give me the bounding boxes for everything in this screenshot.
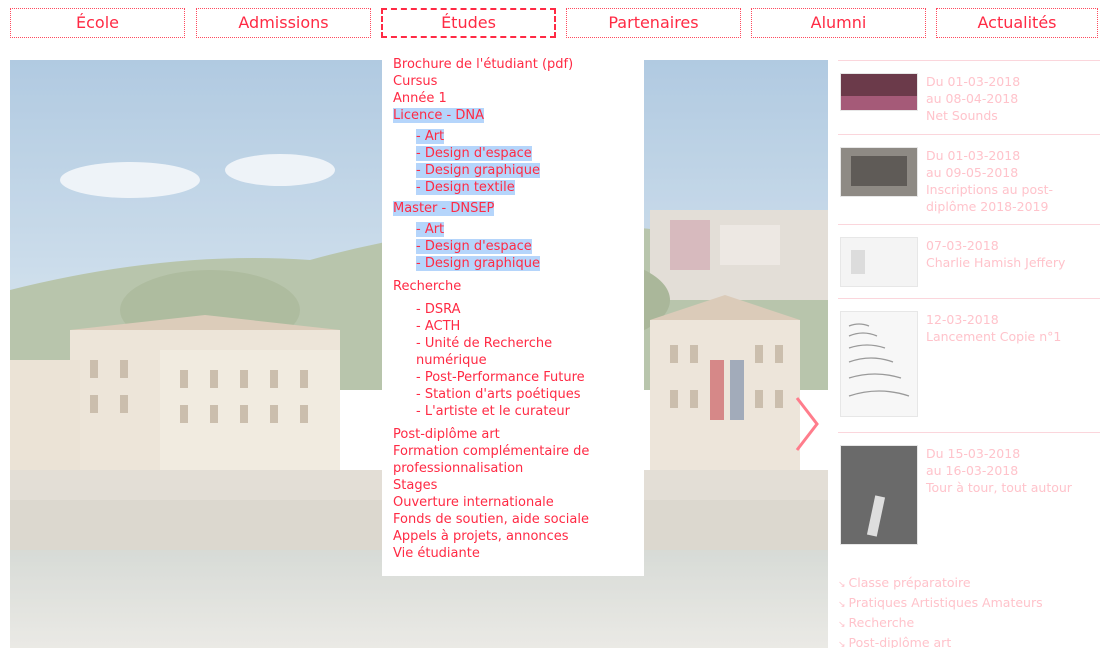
news-date: 12-03-2018: [926, 312, 999, 327]
nav-etudes[interactable]: Études: [381, 8, 556, 38]
news-item[interactable]: 07-03-2018 Charlie Hamish Jeffery: [838, 224, 1100, 298]
menu-recherche-artiste-curateur[interactable]: - L'artiste et le curateur: [393, 403, 644, 420]
news-thumbnail: [840, 237, 918, 287]
news-title: Tour à tour, tout autour: [926, 480, 1072, 495]
news-title: Charlie Hamish Jeffery: [926, 255, 1066, 270]
menu-vie-etudiante[interactable]: Vie étudiante: [393, 545, 644, 562]
nav-alumni[interactable]: Alumni: [751, 8, 926, 38]
arrow-down-right-icon: ↘: [838, 580, 846, 590]
news-date: 07-03-2018: [926, 238, 999, 253]
quick-link-label: Classe préparatoire: [848, 575, 971, 590]
menu-licence-design-textile[interactable]: - Design textile: [416, 180, 515, 195]
news-thumbnail: [840, 311, 918, 417]
menu-licence[interactable]: Licence - DNA: [393, 108, 484, 123]
news-date: au 08-04-2018: [926, 91, 1019, 106]
news-title: Inscriptions au post-diplôme 2018-2019: [926, 182, 1054, 214]
chevron-right-icon[interactable]: [794, 396, 820, 452]
main-nav: École Admissions Études Partenaires Alum…: [0, 0, 1100, 40]
quick-link[interactable]: ↘ Pratiques Artistiques Amateurs: [838, 594, 1043, 614]
menu-licence-art[interactable]: - Art: [416, 129, 445, 144]
news-item[interactable]: 12-03-2018 Lancement Copie n°1: [838, 298, 1100, 432]
copie-logo-thumbnail: [848, 323, 910, 397]
nav-admissions[interactable]: Admissions: [196, 8, 371, 38]
quick-link[interactable]: ↘ Recherche: [838, 614, 1043, 634]
nav-actualites[interactable]: Actualités: [936, 8, 1098, 38]
nav-ecole[interactable]: École: [10, 8, 185, 38]
arrow-down-right-icon: ↘: [838, 620, 846, 630]
menu-master-design-espace[interactable]: - Design d'espace: [416, 239, 532, 254]
news-title: Lancement Copie n°1: [926, 329, 1062, 344]
menu-master-design-graphique[interactable]: - Design graphique: [416, 256, 540, 271]
menu-recherche-acth[interactable]: - ACTH: [393, 318, 644, 335]
news-item[interactable]: Du 01-03-2018 au 09-05-2018 Inscriptions…: [838, 134, 1100, 224]
menu-recherche-urn[interactable]: - Unité de Recherche numérique: [393, 335, 573, 369]
etudes-dropdown-menu: Brochure de l'étudiant (pdf) Cursus Anné…: [382, 52, 644, 576]
menu-appels[interactable]: Appels à projets, annonces: [393, 528, 644, 545]
menu-master-art[interactable]: - Art: [416, 222, 445, 237]
news-thumbnail: [840, 445, 918, 545]
news-date: Du 01-03-2018: [926, 74, 1021, 89]
nav-partenaires[interactable]: Partenaires: [566, 8, 741, 38]
news-date: au 16-03-2018: [926, 463, 1019, 478]
menu-recherche-ppf[interactable]: - Post-Performance Future: [393, 369, 644, 386]
news-title: Net Sounds: [926, 108, 998, 123]
menu-formation[interactable]: Formation complémentaire de professionna…: [393, 443, 608, 477]
menu-recherche-sap[interactable]: - Station d'arts poétiques: [393, 386, 644, 403]
quick-link-label: Recherche: [848, 615, 915, 630]
quick-links: ↘ Classe préparatoire ↘ Pratiques Artistiq…: [838, 574, 1043, 648]
menu-recherche[interactable]: Recherche: [393, 278, 644, 295]
menu-licence-design-graphique[interactable]: - Design graphique: [416, 163, 540, 178]
menu-brochure[interactable]: Brochure de l'étudiant (pdf): [393, 56, 644, 73]
news-item[interactable]: Du 15-03-2018 au 16-03-2018 Tour à tour,…: [838, 432, 1100, 572]
quick-link[interactable]: ↘ Classe préparatoire: [838, 574, 1043, 594]
menu-ouverture[interactable]: Ouverture internationale: [393, 494, 644, 511]
menu-fonds[interactable]: Fonds de soutien, aide sociale: [393, 511, 644, 528]
menu-cursus[interactable]: Cursus: [393, 73, 644, 90]
news-thumbnail: [840, 147, 918, 197]
quick-link-label: Post-diplôme art: [848, 635, 952, 648]
menu-post-diplome[interactable]: Post-diplôme art: [393, 426, 644, 443]
menu-licence-design-espace[interactable]: - Design d'espace: [416, 146, 532, 161]
news-date: Du 01-03-2018: [926, 148, 1021, 163]
menu-master[interactable]: Master - DNSEP: [393, 201, 495, 216]
news-thumbnail: [840, 73, 918, 111]
quick-link-label: Pratiques Artistiques Amateurs: [848, 595, 1043, 610]
arrow-down-right-icon: ↘: [838, 640, 846, 648]
news-item[interactable]: Du 01-03-2018 au 08-04-2018 Net Sounds: [838, 60, 1100, 134]
news-date: Du 15-03-2018: [926, 446, 1021, 461]
quick-link[interactable]: ↘ Post-diplôme art: [838, 634, 1043, 648]
menu-stages[interactable]: Stages: [393, 477, 644, 494]
arrow-down-right-icon: ↘: [838, 600, 846, 610]
news-date: au 09-05-2018: [926, 165, 1019, 180]
menu-recherche-dsra[interactable]: - DSRA: [393, 301, 644, 318]
menu-annee1[interactable]: Année 1: [393, 90, 644, 107]
